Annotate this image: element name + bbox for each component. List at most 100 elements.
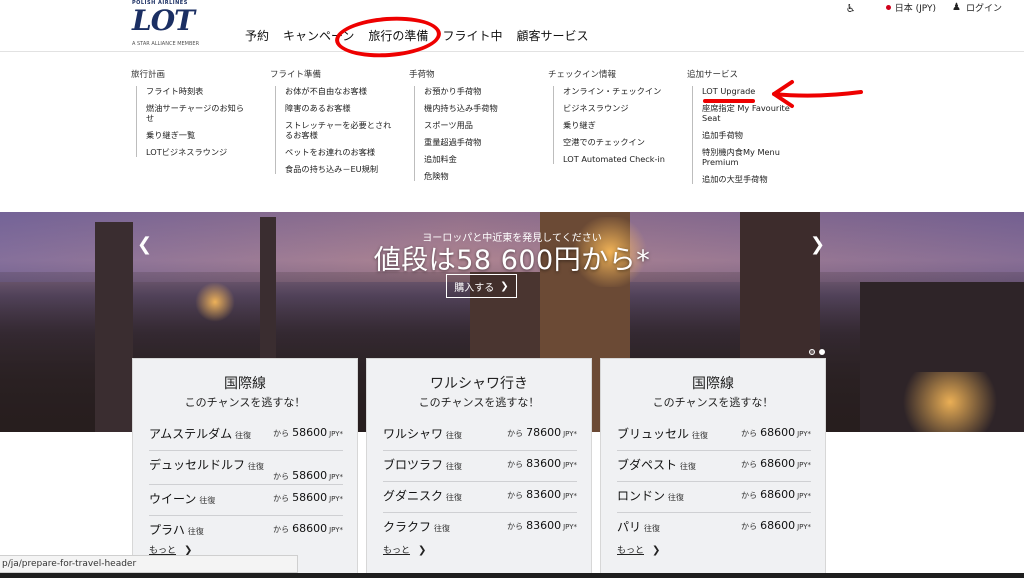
- menu-item[interactable]: 危険物: [424, 171, 529, 181]
- card-subtitle: このチャンスを逃すな！: [184, 396, 306, 409]
- carousel-prev-icon[interactable]: ❮: [137, 234, 152, 255]
- language-selector[interactable]: 日本 (JPY): [895, 1, 936, 14]
- user-icon: ♟: [952, 2, 961, 13]
- nav-in-flight[interactable]: フライト中: [442, 27, 502, 44]
- card-subtitle: このチャンスを逃すな！: [418, 396, 540, 409]
- menu-column-baggage: 手荷物 お預かり手荷物 機内持ち込み手荷物 スポーツ用品 重量超過手荷物 追加料…: [409, 68, 529, 188]
- fare-trip: 往復: [446, 462, 463, 471]
- fare-row[interactable]: ブリュッセル 往復 から 68600 JPY*: [617, 420, 811, 451]
- menu-item[interactable]: お体が不自由なお客様: [285, 86, 392, 96]
- menu-item[interactable]: フライト時刻表: [146, 86, 251, 96]
- fare-currency: JPY*: [329, 430, 343, 438]
- logo-mark: LOT: [132, 4, 195, 37]
- menu-item[interactable]: 食品の持ち込み－EU規制: [285, 164, 392, 174]
- buy-button[interactable]: 購入する ❯: [446, 274, 517, 298]
- fare-city: ロンドン: [617, 489, 666, 503]
- fare-trip: 往復: [248, 462, 265, 471]
- carousel-dot[interactable]: [809, 349, 815, 355]
- login-link[interactable]: ログイン: [966, 1, 1002, 14]
- mega-menu: 旅行計画 フライト時刻表 燃油サーチャージのお知らせ 乗り継ぎ一覧 LOTビジネ…: [0, 52, 1024, 212]
- fare-price: 68600: [292, 522, 328, 535]
- fare-trip: 往復: [680, 462, 697, 471]
- browser-status-url: p/ja/prepare-for-travel-header: [0, 555, 298, 573]
- lot-logo[interactable]: POLISH AIRLINES LOT A STAR ALLIANCE MEMB…: [130, 0, 212, 50]
- menu-column-flight-prep: フライト準備 お体が不自由なお客様 障害のあるお客様 ストレッチャーを必要とされ…: [270, 68, 392, 181]
- fare-currency: JPY*: [563, 461, 577, 469]
- nav-booking[interactable]: 予約: [245, 27, 269, 44]
- offer-card-international-1: 国際線 このチャンスを逃すな！ アムステルダム 往復 から 58600 JPY* デュ…: [132, 358, 358, 578]
- fare-currency: JPY*: [329, 495, 343, 503]
- fare-row[interactable]: グダニスク 往復 から 83600 JPY*: [383, 482, 577, 513]
- hero-light: [195, 282, 235, 322]
- menu-item[interactable]: ストレッチャーを必要とされるお客様: [285, 120, 392, 140]
- menu-item[interactable]: スポーツ用品: [424, 120, 529, 130]
- menu-column-title: 旅行計画: [131, 70, 166, 80]
- more-link[interactable]: もっと ❯: [383, 543, 426, 556]
- fare-trip: 往復: [199, 496, 216, 505]
- fare-city: クラクフ: [383, 520, 432, 534]
- fare-row[interactable]: ブダペスト 往復 から 68600 JPY*: [617, 451, 811, 482]
- fare-row[interactable]: ウイーン 往復 から 58600 JPY*: [149, 485, 343, 516]
- menu-item[interactable]: 乗り継ぎ: [563, 120, 668, 130]
- fare-currency: JPY*: [329, 473, 343, 481]
- menu-column-title: 手荷物: [409, 70, 435, 80]
- fare-row[interactable]: ブロツラフ 往復 から 83600 JPY*: [383, 451, 577, 482]
- fare-trip: 往復: [692, 431, 709, 440]
- nav-customer-service[interactable]: 顧客サービス: [516, 27, 588, 44]
- offer-card-warsaw: ワルシャワ行き このチャンスを逃すな！ ワルシャワ 往復 から 78600 JPY* …: [366, 358, 592, 578]
- fare-price: 68600: [760, 519, 796, 532]
- fare-city: ブリュッセル: [617, 427, 690, 441]
- japan-flag-icon: [885, 5, 891, 10]
- fare-currency: JPY*: [563, 492, 577, 500]
- fare-city: ブロツラフ: [383, 458, 444, 472]
- fare-list: ブリュッセル 往復 から 68600 JPY* ブダペスト 往復 から 68600 JPY*…: [617, 420, 811, 544]
- fare-price: 83600: [526, 519, 562, 532]
- carousel-dot-active[interactable]: [819, 349, 825, 355]
- annotation-underline: [703, 99, 755, 103]
- menu-item[interactable]: オンライン・チェックイン: [563, 86, 668, 96]
- menu-item[interactable]: 燃油サーチャージのお知らせ: [146, 103, 251, 123]
- menu-column-travel-planning: 旅行計画 フライト時刻表 燃油サーチャージのお知らせ 乗り継ぎ一覧 LOTビジネ…: [131, 68, 251, 164]
- fare-from: から: [741, 522, 758, 531]
- fare-trip: 往復: [434, 524, 451, 533]
- menu-item[interactable]: LOT Automated Check-in: [563, 154, 668, 164]
- fare-city: アムステルダム: [149, 427, 233, 441]
- fare-price: 68600: [760, 426, 796, 439]
- fare-row[interactable]: パリ 往復 から 68600 JPY*: [617, 513, 811, 544]
- fare-currency: JPY*: [563, 430, 577, 438]
- menu-item[interactable]: 障害のあるお客様: [285, 103, 392, 113]
- fare-trip: 往復: [446, 431, 463, 440]
- fare-trip: 往復: [446, 493, 463, 502]
- fare-row[interactable]: ワルシャワ 往復 から 78600 JPY*: [383, 420, 577, 451]
- fare-from: から: [273, 429, 290, 438]
- menu-item[interactable]: ビジネスラウンジ: [563, 103, 668, 113]
- carousel-dots: [809, 349, 829, 355]
- card-title: 国際線: [224, 376, 266, 392]
- carousel-next-icon[interactable]: ❯: [810, 234, 825, 255]
- menu-item[interactable]: お預かり手荷物: [424, 86, 529, 96]
- fare-from: から: [273, 525, 290, 534]
- chevron-right-icon: ❯: [500, 280, 509, 292]
- menu-item[interactable]: 空港でのチェックイン: [563, 137, 668, 147]
- fare-currency: JPY*: [797, 461, 811, 469]
- fare-currency: JPY*: [797, 430, 811, 438]
- card-title: ワルシャワ行き: [430, 376, 528, 392]
- fare-price: 58600: [292, 426, 328, 439]
- menu-item[interactable]: 追加料金: [424, 154, 529, 164]
- menu-item[interactable]: LOTビジネスラウンジ: [146, 147, 251, 157]
- more-link[interactable]: もっと ❯: [617, 543, 660, 556]
- accessibility-icon[interactable]: ♿: [846, 2, 858, 15]
- menu-item[interactable]: 乗り継ぎ一覧: [146, 130, 251, 140]
- fare-row[interactable]: ロンドン 往復 から 68600 JPY*: [617, 482, 811, 513]
- fare-row[interactable]: デュッセルドルフ 往復 から 58600 JPY*: [149, 451, 343, 485]
- menu-item[interactable]: 特別機内食My Menu Premium: [702, 147, 797, 167]
- fare-row[interactable]: クラクフ 往復 から 83600 JPY*: [383, 513, 577, 544]
- menu-item[interactable]: 追加の大型手荷物: [702, 174, 797, 184]
- fare-row[interactable]: アムステルダム 往復 から 58600 JPY*: [149, 420, 343, 451]
- menu-item[interactable]: 重量超過手荷物: [424, 137, 529, 147]
- more-label: もっと: [383, 546, 411, 556]
- menu-item[interactable]: 機内持ち込み手荷物: [424, 103, 529, 113]
- menu-item[interactable]: ペットをお連れのお客様: [285, 147, 392, 157]
- menu-item[interactable]: 追加手荷物: [702, 130, 797, 140]
- fare-price: 58600: [292, 469, 328, 482]
